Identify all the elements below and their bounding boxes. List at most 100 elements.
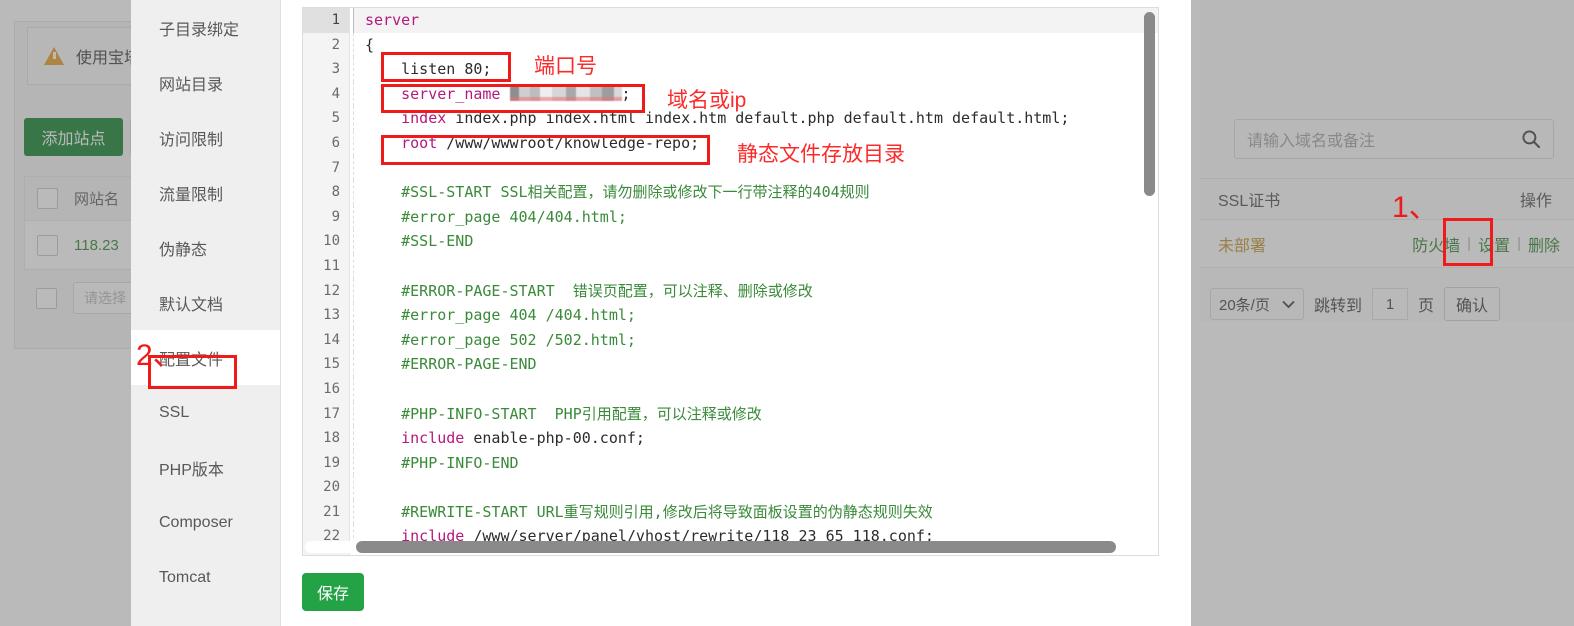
editor-line-number: 21 [323,503,340,520]
page-number-input[interactable]: 1 [1372,288,1409,320]
delete-link[interactable]: 删除 [1528,232,1560,256]
firewall-link[interactable]: 防火墙 [1412,232,1460,256]
sidebar-item-ssl[interactable]: SSL [131,385,280,440]
editor-code-area[interactable]: server { listen 80; server_name ; index i… [351,8,1158,555]
search-box[interactable]: 请输入域名或备注 [1234,119,1554,159]
editor-code-line[interactable] [353,475,1158,500]
add-site-button[interactable]: 添加站点 [24,118,123,156]
sidebar-label: SSL [159,403,190,421]
editor-line-number: 11 [323,257,340,274]
site-settings-modal: 子目录绑定 网站目录 访问限制 流量限制 伪静态 默认文档 配置文件 SSL P… [131,0,1191,626]
sidebar-label: PHP版本 [159,461,224,479]
editor-code-line[interactable]: server_name ; [353,81,1158,107]
editor-line-number: 17 [323,405,340,422]
editor-code-line[interactable] [353,376,1158,402]
editor-code-line[interactable]: #SSL-START SSL相关配置，请勿删除或修改下一行带注释的404规则 [353,180,1158,205]
sidebar-item-site-dir[interactable]: 网站目录 [131,55,280,110]
sidebar-item-tomcat[interactable]: Tomcat [131,550,280,605]
sidebar-label: 网站目录 [159,76,224,94]
editor-code-line[interactable]: #ERROR-PAGE-START 错误页配置，可以注释、删除或修改 [353,278,1158,304]
settings-link[interactable]: 设置 [1478,232,1510,256]
code-token: #error_page 502 /502.html; [365,330,636,349]
sidebar-item-php-version[interactable]: PHP版本 [131,440,280,495]
code-token: #PHP-INFO-END [365,453,519,472]
editor-code-line[interactable]: server [353,8,1158,33]
editor-line-numbers: 1 2 3 4 5 6 7 8 9 10 11 12 13 14 15 16 17 18 19 20 21 22 [303,8,350,555]
code-token: root [365,133,438,152]
row-checkbox[interactable] [37,234,58,256]
redacted-server-name [509,85,622,101]
code-token: index [365,109,447,128]
page-size-select[interactable]: 20条/页 [1210,288,1304,320]
editor-code-line[interactable]: include enable-php-00.conf; [353,426,1158,451]
save-button[interactable]: 保存 [302,573,364,611]
editor-line-number: 3 [331,61,340,78]
editor-code-line[interactable] [353,253,1158,279]
action-divider-2: | [1517,235,1521,252]
code-token: /www/wwwroot/knowledge-repo; [437,133,700,152]
search-icon[interactable] [1521,129,1541,149]
ssl-table-header: SSL证书 操作 [1200,178,1574,220]
code-token: { [365,35,375,54]
editor-code-line[interactable]: #error_page 404 /404.html; [353,303,1158,328]
editor-line-number: 15 [323,356,340,373]
sidebar-item-traffic-limit[interactable]: 流量限制 [131,165,280,220]
code-token: #ERROR-PAGE-END [365,355,537,374]
editor-code-line[interactable]: #SSL-END [353,229,1158,254]
editor-code-line[interactable]: #PHP-INFO-END [353,450,1158,476]
sidebar-label: 子目录绑定 [159,21,240,39]
editor-line-number: 10 [323,233,340,250]
sidebar-item-rewrite[interactable]: 伪静态 [131,220,280,275]
code-token: include [365,429,465,448]
code-token: #SSL-END [365,232,474,251]
modal-sidebar: 子目录绑定 网站目录 访问限制 流量限制 伪静态 默认文档 配置文件 SSL P… [131,0,281,626]
code-token: #error_page 404/404.html; [365,207,627,226]
sidebar-item-composer[interactable]: Composer [131,495,280,550]
editor-horizontal-scrollbar[interactable] [305,541,1150,553]
code-token: #REWRITE-START URL重写规则引用,修改后将导致面板设置的伪静态规… [365,502,933,521]
editor-code-line[interactable]: #PHP-INFO-START PHP引用配置，可以注释或修改 [353,401,1158,427]
editor-line-number: 18 [323,430,340,447]
editor-line-number: 7 [331,159,340,176]
site-detail-right-panel [1200,0,1574,322]
jump-to-label: 跳转到 [1314,298,1363,315]
editor-line-number: 2 [331,36,340,53]
code-token: listen 80; [365,60,492,79]
editor-line-number: 8 [331,184,340,201]
column-site-name: 网站名 [74,191,120,208]
annotation-step-1: 1、 [1392,191,1439,224]
editor-line-number: 4 [331,85,340,102]
editor-code-line[interactable]: #error_page 404/404.html; [353,204,1158,230]
sidebar-item-access-limit[interactable]: 访问限制 [131,110,280,165]
editor-line-number: 16 [323,380,340,397]
row-action-group: 防火墙 | 设置 | 删除 [1412,232,1560,256]
sidebar-label: 伪静态 [159,241,208,259]
sidebar-label: Composer [159,513,233,531]
annotation-label-port: 端口号 [534,55,597,78]
warning-triangle-icon [44,47,64,65]
editor-code-line[interactable]: #error_page 502 /502.html; [353,327,1158,353]
sidebar-item-default-doc[interactable]: 默认文档 [131,275,280,330]
column-ssl-cert: SSL证书 [1218,193,1281,210]
code-token: #error_page 404 /404.html; [365,306,636,325]
sidebar-label: Tomcat [159,568,211,586]
code-token: enable-php-00.conf; [464,429,645,448]
site-name-link[interactable]: 118.23 [74,237,119,254]
action-divider-1: | [1467,235,1472,252]
editor-code-line[interactable]: { [353,32,1158,58]
editor-horizontal-scroll-thumb[interactable] [356,541,1116,553]
editor-code-line[interactable]: #REWRITE-START URL重写规则引用,修改后将导致面板设置的伪静态规… [353,499,1158,525]
code-token: #ERROR-PAGE-START 错误页配置，可以注释、删除或修改 [365,281,813,300]
editor-code-line[interactable]: #ERROR-PAGE-END [353,352,1158,377]
editor-vertical-scroll-thumb[interactable] [1144,12,1155,196]
editor-line-number: 6 [331,134,340,151]
editor-code-line[interactable]: listen 80; [353,57,1158,82]
confirm-button[interactable]: 确认 [1444,287,1501,321]
ssl-status-badge: 未部署 [1218,237,1267,255]
editor-vertical-scrollbar[interactable] [1144,12,1155,549]
editor-code-line[interactable]: index index.php index.html index.htm def… [353,106,1158,131]
sidebar-item-subdir-bind[interactable]: 子目录绑定 [131,0,280,55]
filter-checkbox[interactable] [36,287,57,309]
search-input[interactable]: 请输入域名或备注 [1247,127,1521,151]
select-all-checkbox[interactable] [37,188,58,209]
